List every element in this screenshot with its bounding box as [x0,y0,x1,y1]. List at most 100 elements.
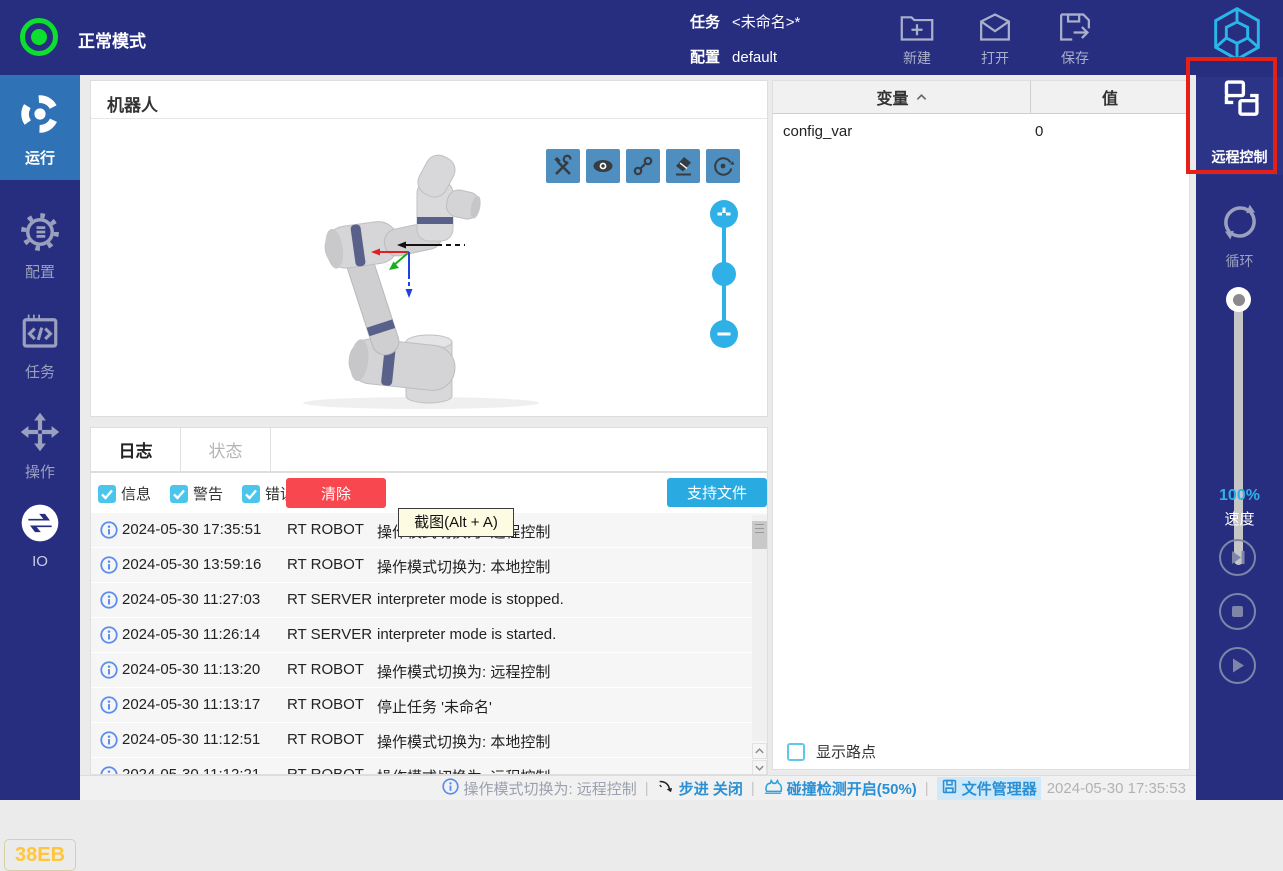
checkbox-checked-icon [242,485,260,503]
new-task-button[interactable]: 新建 [885,10,949,68]
erase-button[interactable] [666,149,700,183]
speed-slider-handle[interactable] [1226,287,1251,312]
file-manager-icon [941,778,962,799]
log-filter-row: 信息 警告 错误 清除 支持文件 [91,473,767,511]
log-source: RT ROBOT [287,696,382,713]
top-bar: 正常模式 任务<未命名>* 配置default 新建 打开 保存 [0,0,1283,75]
status-step-text: 步进 关闭 [679,778,743,799]
log-scrollbar[interactable] [752,515,767,741]
sidebar-item-label: 运行 [0,147,80,168]
log-row: 2024-05-30 11:26:14 RT SERVER interprete… [91,618,768,652]
show-waypoints-checkbox[interactable]: 显示路点 [787,741,876,762]
filter-warning[interactable]: 警告 [170,483,223,504]
log-message: interpreter mode is started. [377,626,556,643]
open-task-label: 打开 [981,50,1009,66]
variables-panel: 变量 值 config_var 0 显示路点 [772,80,1190,770]
orbit-button[interactable] [706,149,740,183]
clear-log-button[interactable]: 清除 [286,478,386,508]
status-bar: 操作模式切换为: 远程控制 | 步进 关闭 | 碰撞检测开启(50%) | 文件… [80,775,1196,800]
loop-label: 循环 [1196,251,1283,271]
play-button[interactable] [1219,647,1256,684]
column-header-variable[interactable]: 变量 [773,81,1031,113]
sidebar-item-io[interactable]: IO [0,485,80,585]
sidebar-item-label: 操作 [0,461,80,482]
step-forward-button[interactable] [1219,539,1256,576]
screenshot-tooltip: 截图(Alt + A) [398,508,514,537]
robot-3d-view[interactable] [241,129,561,419]
open-task-button[interactable]: 打开 [963,10,1027,68]
caret-up-icon [916,88,927,106]
scroll-down-button[interactable] [752,760,767,775]
tab-log[interactable]: 日志 [91,428,181,471]
sidebar-item-label: 任务 [0,361,80,382]
eye-icon [586,170,620,187]
remote-control-icon [1218,108,1262,125]
robot-status-light [20,18,58,56]
status-collision-toggle[interactable]: 碰撞检测开启(50%) [763,777,917,799]
step-mode-icon [657,777,679,799]
info-icon [100,731,118,754]
config-row: 配置default [690,46,777,67]
new-task-icon [885,10,949,44]
loop-button[interactable]: 循环 [1196,193,1283,279]
waypoint-icon [626,170,660,187]
open-task-icon [963,10,1027,44]
new-task-label: 新建 [903,50,931,66]
info-icon [100,556,118,579]
task-value: <未命名>* [732,14,800,31]
waypoint-button[interactable] [626,149,660,183]
info-icon [100,766,118,775]
sidebar-item-task[interactable]: 任务 [0,293,80,393]
log-row: 2024-05-30 11:13:20 RT ROBOT 操作模式切换为: 远程… [91,653,768,687]
log-time: 2024-05-30 11:12:51 [122,731,260,748]
log-message: 停止任务 '未命名' [377,696,492,717]
info-icon [100,661,118,684]
remote-control-button[interactable]: 远程控制 [1196,77,1283,175]
scroll-up-button[interactable] [752,743,767,759]
support-file-button[interactable]: 支持文件 [667,478,767,507]
save-task-icon [1043,10,1107,44]
log-row: 2024-05-30 11:13:17 RT ROBOT 停止任务 '未命名' [91,688,768,722]
log-list: 2024-05-30 17:35:51 RT ROBOT 操作模式切换为: 远程… [91,511,768,775]
log-message: 操作模式切换为: 远程控制 [377,661,550,682]
log-message: 操作模式切换为: 远程控制 [377,766,550,775]
variable-value: 0 [1035,123,1043,140]
log-time: 2024-05-30 11:13:17 [122,696,260,713]
sidebar-item-config[interactable]: 配置 [0,193,80,293]
status-step-toggle[interactable]: 步进 关闭 [657,777,743,799]
sidebar-item-jog[interactable]: 操作 [0,393,80,493]
tools-button[interactable] [546,149,580,183]
play-icon [1221,669,1254,686]
info-icon [100,626,118,649]
column-label: 值 [1102,85,1118,109]
status-file-manager[interactable]: 文件管理器 [937,777,1041,800]
log-time: 2024-05-30 11:26:14 [122,626,260,643]
log-message: 操作模式切换为: 本地控制 [377,556,550,577]
tab-status[interactable]: 状态 [181,428,271,471]
save-task-label: 保存 [1061,50,1089,66]
zoom-out-button[interactable] [710,320,738,348]
view-button[interactable] [586,149,620,183]
minus-icon [710,335,738,352]
column-header-value[interactable]: 值 [1031,81,1189,113]
loop-icon [1217,232,1263,249]
task-row: 任务 <未命名>* [690,11,800,32]
log-time: 2024-05-30 11:27:03 [122,591,260,608]
stop-icon [1221,615,1254,632]
task-label: 任务 [690,14,720,31]
info-icon [442,778,463,799]
log-scrollbar-thumb[interactable] [752,521,767,549]
status-badge[interactable]: 38EB [4,839,76,871]
filter-info[interactable]: 信息 [98,483,151,504]
checkbox-unchecked-icon [787,743,805,761]
sidebar-item-run[interactable]: 运行 [0,75,80,180]
log-time: 2024-05-30 13:59:16 [122,556,261,573]
save-task-button[interactable]: 保存 [1043,10,1107,68]
log-message: interpreter mode is stopped. [377,591,564,608]
zoom-slider-handle[interactable] [712,262,736,286]
config-gear-icon [19,240,61,257]
log-time: 2024-05-30 11:13:20 [122,661,260,678]
log-row: 2024-05-30 11:27:03 RT SERVER interprete… [91,583,768,617]
log-row: 2024-05-30 11:12:51 RT ROBOT 操作模式切换为: 本地… [91,723,768,757]
stop-button[interactable] [1219,593,1256,630]
